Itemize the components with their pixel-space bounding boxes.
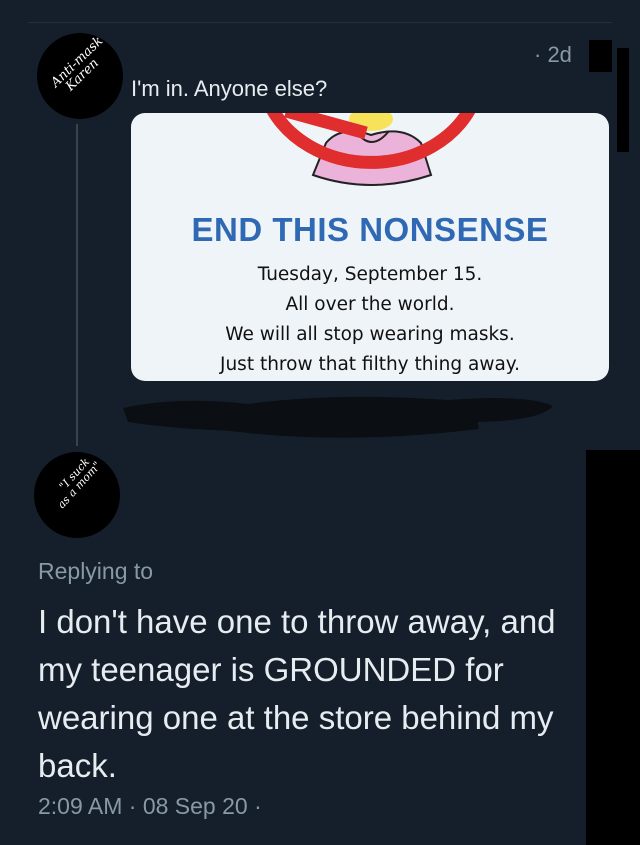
tweet-time-ago[interactable]: · 2d — [534, 42, 572, 68]
media-body-line: All over the world. — [285, 294, 455, 315]
reply-tweet-text: I don't have one to throw away, and my t… — [38, 603, 556, 784]
redaction-scribble — [123, 396, 553, 438]
media-headline: END THIS NONSENSE — [191, 211, 549, 248]
redaction-block — [586, 450, 640, 845]
tweet-thread-page: Anti-mask Karen · 2d I'm in. Anyone else… — [0, 0, 640, 845]
media-body-line: We will all stop wearing masks. — [225, 324, 515, 345]
divider — [28, 22, 612, 23]
avatar[interactable]: Anti-mask Karen — [37, 33, 123, 119]
tweet-media-image[interactable]: END THIS NONSENSE Tuesday, September 15.… — [131, 113, 609, 381]
media-body-line: Tuesday, September 15. — [257, 264, 483, 285]
avatar[interactable]: "I suck as a mom" — [34, 452, 120, 538]
avatar-caption: "I suck as a mom" — [54, 455, 104, 511]
thread-connector-line — [76, 124, 78, 446]
media-body-text: Tuesday, September 15. All over the worl… — [131, 260, 609, 380]
redaction-block — [589, 40, 612, 72]
no-mask-prohibition-icon — [267, 113, 475, 186]
replying-to-label: Replying to — [38, 558, 154, 584]
redaction-block — [617, 48, 629, 152]
tweet-text: I'm in. Anyone else? — [131, 76, 328, 101]
media-body-line: Just throw that filthy thing away. — [220, 354, 520, 375]
tweet-timestamp[interactable]: 2:09 AM · 08 Sep 20 · — [38, 793, 262, 820]
avatar-caption: Anti-mask Karen — [48, 33, 107, 94]
